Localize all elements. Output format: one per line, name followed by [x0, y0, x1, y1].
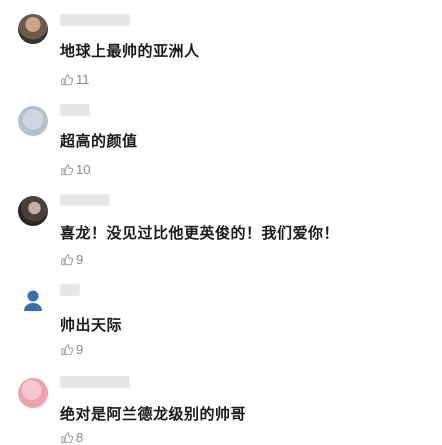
username-blurred[interactable]: [60, 284, 80, 296]
avatar[interactable]: [18, 106, 48, 136]
like-count: 10: [76, 162, 91, 177]
username-blurred[interactable]: [60, 104, 90, 116]
username-blurred[interactable]: [60, 376, 130, 388]
like-button[interactable]: 11: [60, 72, 90, 87]
avatar[interactable]: [18, 14, 48, 44]
comment-text: 绝对是阿兰德龙级别的帅哥: [60, 405, 247, 423]
comment-text: 超高的颜值: [60, 132, 138, 150]
avatar[interactable]: [18, 378, 48, 408]
default-user-icon: [24, 290, 42, 311]
comment-text: 帅出天际: [60, 316, 123, 334]
thumbs-up-icon: [61, 253, 74, 265]
like-count: 11: [76, 72, 90, 87]
like-count: 9: [76, 252, 84, 267]
thumbs-up-icon: [61, 163, 74, 175]
comment-text: 地球上最帅的亚洲人: [60, 42, 200, 60]
thumbs-up-icon: [61, 431, 74, 443]
thumbs-up-icon: [61, 343, 74, 355]
like-button[interactable]: 9: [60, 342, 83, 357]
like-button[interactable]: 9: [60, 252, 83, 267]
comment-text: 喜龙！没见过比他更英俊的！我们爱你！: [60, 224, 340, 242]
like-button[interactable]: 10: [60, 162, 90, 177]
like-count: 9: [76, 342, 84, 357]
avatar[interactable]: [18, 196, 48, 226]
username-blurred[interactable]: [60, 14, 130, 26]
avatar[interactable]: [18, 286, 48, 316]
username-blurred[interactable]: [60, 194, 110, 206]
thumbs-up-icon: [61, 73, 74, 85]
